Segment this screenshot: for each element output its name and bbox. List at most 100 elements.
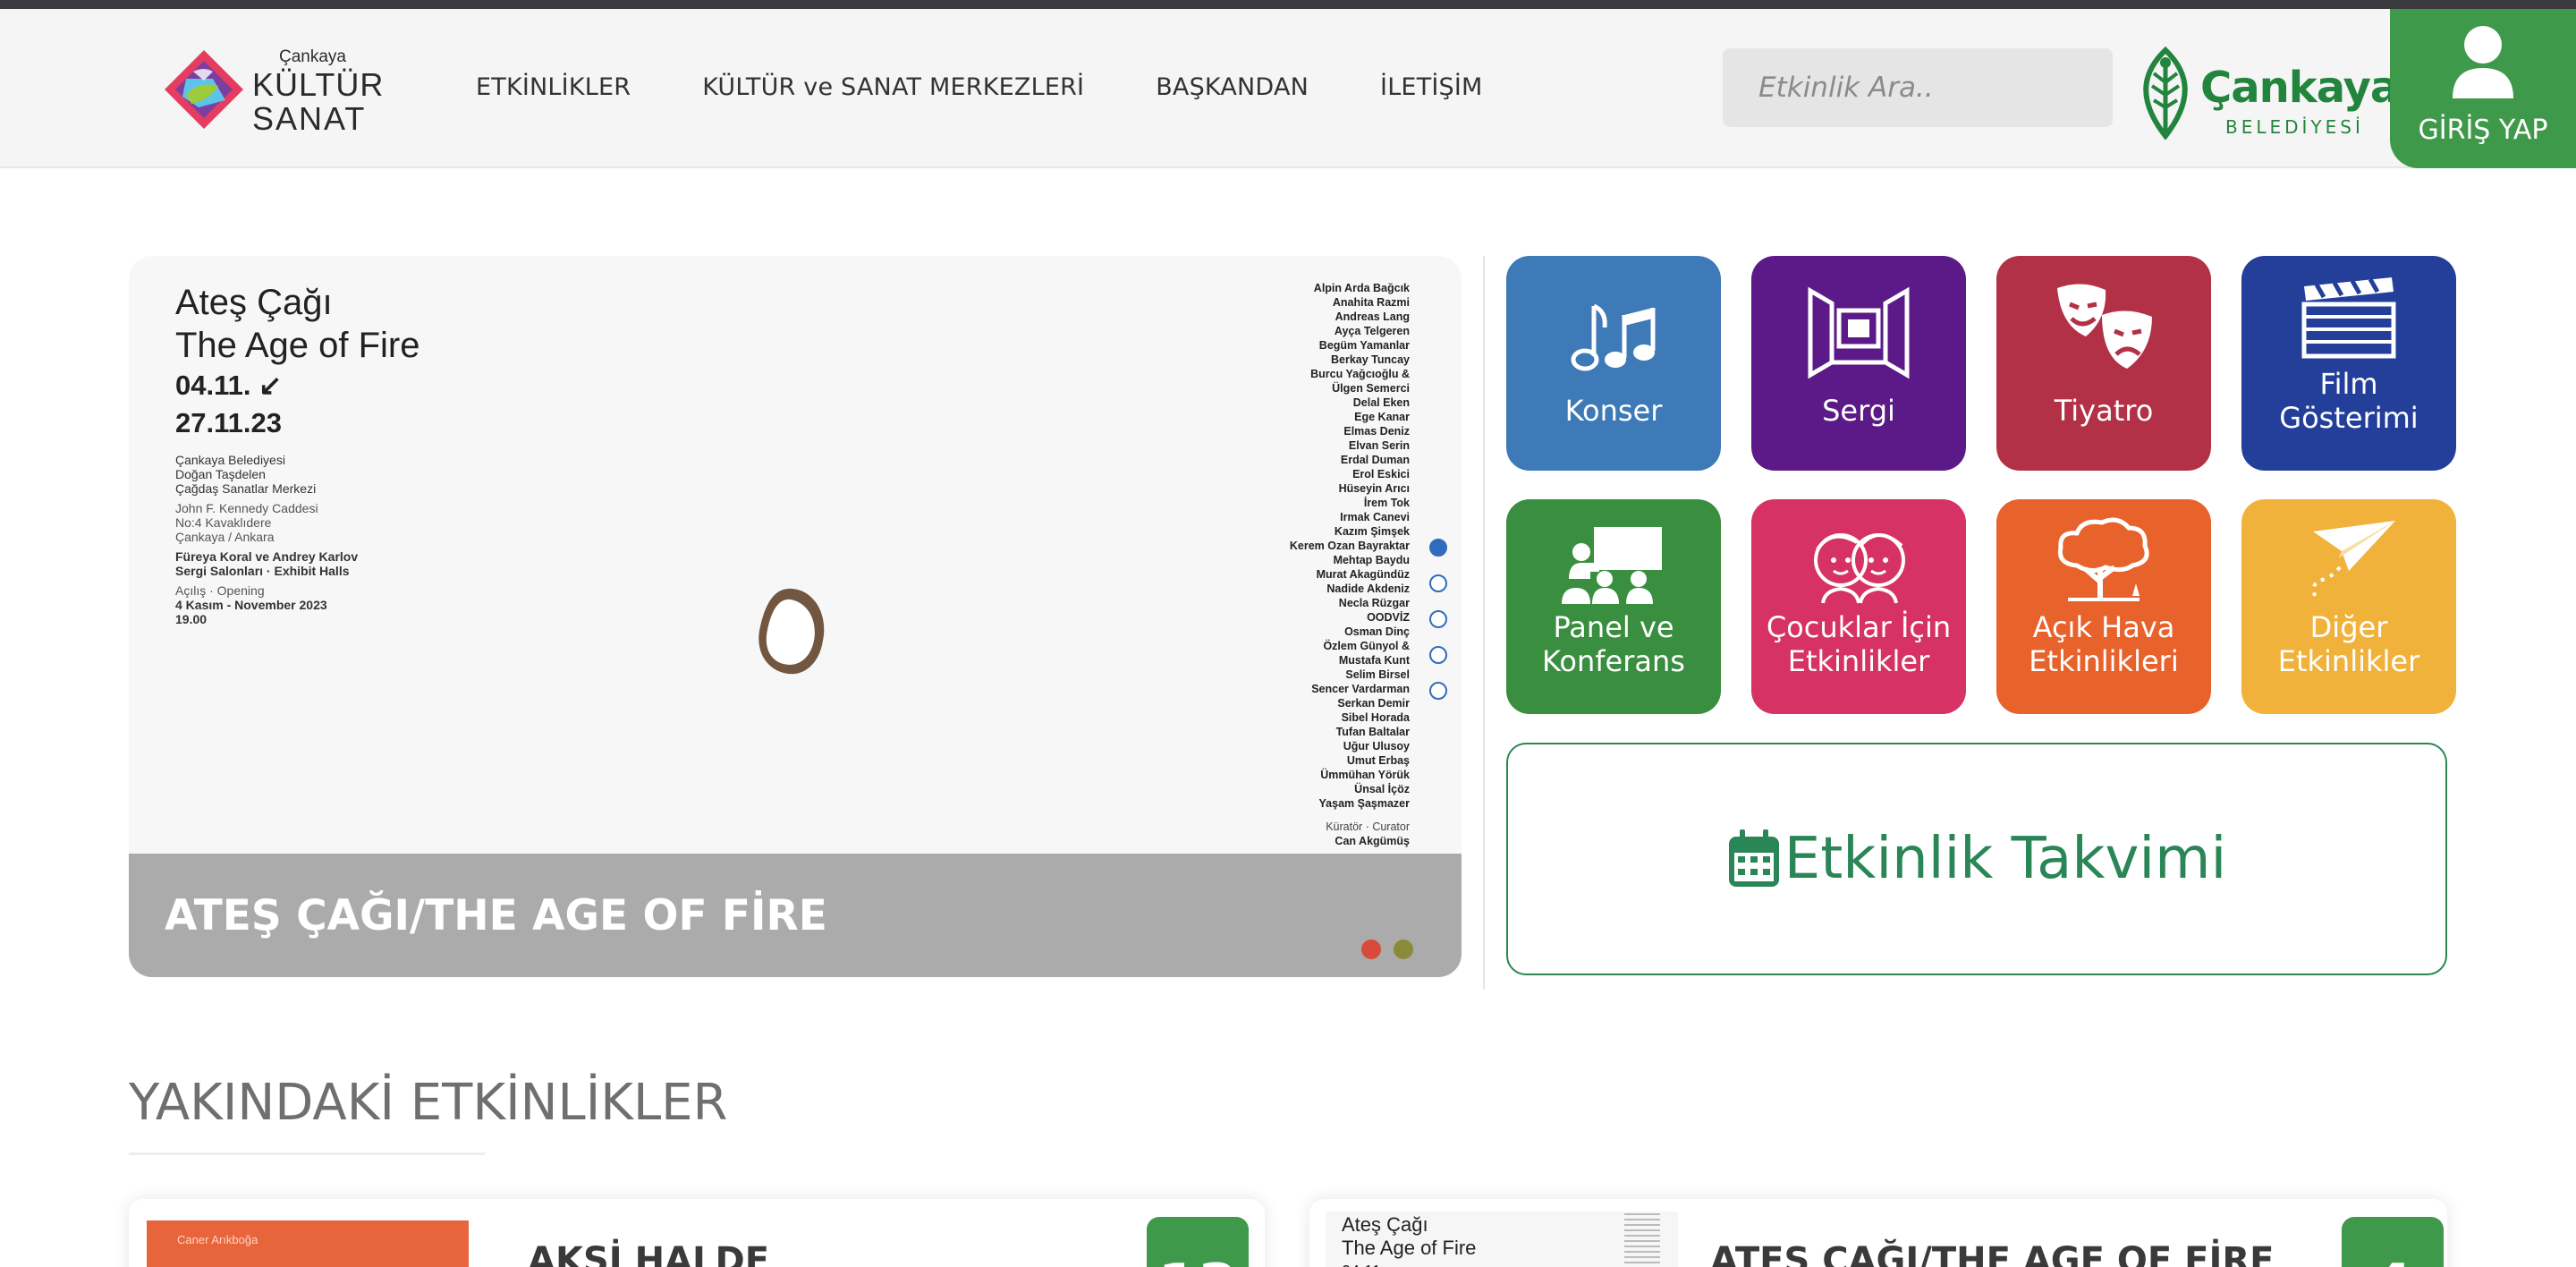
poster-artist-name: Hüseyin Arıcı <box>1338 482 1410 495</box>
poster-artist-name: Anahita Razmi <box>1332 296 1410 309</box>
cankaya-belediyesi-logo[interactable]: Çankaya BELEDİYESİ <box>2134 43 2399 141</box>
sponsor-logo <box>1361 940 1381 959</box>
brand-name: Çankaya <box>2200 63 2399 113</box>
slider-dot[interactable] <box>1429 574 1447 592</box>
poster-artist-name: Ünsal İçöz <box>1354 783 1410 795</box>
logo-text: Çankaya KÜLTÜR SANAT <box>252 48 384 135</box>
poster-artist-name: Burcu Yağcıoğlu & <box>1310 368 1410 380</box>
poster-artist-name: Ülgen Semerci <box>1332 382 1410 395</box>
poster-artist-name: Özlem Günyol & <box>1323 640 1410 652</box>
poster-org-2: Doğan Taşdelen <box>175 467 266 481</box>
category-label-line-2: Gösterimi <box>2279 401 2419 435</box>
upcoming-events-title: YAKINDAKİ ETKİNLİKLER <box>129 1074 728 1132</box>
category-label-line-1: Açık Hava <box>2032 610 2175 644</box>
user-icon <box>2453 26 2513 98</box>
poster-artist-name: Delal Eken <box>1352 396 1410 409</box>
category-konser[interactable]: Konser <box>1506 256 1721 471</box>
login-button[interactable]: GİRİŞ YAP <box>2390 9 2576 168</box>
poster-artist-name: Kerem Ozan Bayraktar <box>1289 540 1410 552</box>
category-panel-konferans[interactable]: Panel ve Konferans <box>1506 499 1721 714</box>
event-card[interactable]: Ateş Çağı The Age of Fire 04.11. ↙ ATEŞ … <box>1309 1199 2447 1267</box>
poster-title-line-2: The Age of Fire <box>175 326 420 365</box>
poster-artist-name: Umut Erbaş <box>1346 754 1410 767</box>
poster-dates: 04.11. ↙ 27.11.23 <box>175 367 282 442</box>
poster-artist-name: Necla Rüzgar <box>1338 597 1410 609</box>
sponsor-logos <box>1361 940 1413 959</box>
slider-dot[interactable] <box>1429 539 1447 557</box>
poster-artist-name: Osman Dinç <box>1344 625 1410 638</box>
logo-line-3: SANAT <box>252 100 367 137</box>
category-label: Film Gösterimi <box>2241 367 2456 435</box>
slider-dot[interactable] <box>1429 682 1447 700</box>
category-film-gosterimi[interactable]: Film Gösterimi <box>2241 256 2456 471</box>
nav-item-kultur-merkezleri[interactable]: KÜLTÜR ve SANAT MERKEZLERİ <box>702 73 1084 101</box>
poster-artist-name: Mehtap Baydu <box>1333 554 1410 566</box>
thumbnail-text-2: The Age of Fire <box>1342 1237 1477 1259</box>
slider-dot[interactable] <box>1429 646 1447 664</box>
logo-line-1: Çankaya <box>279 47 346 66</box>
site-header: Çankaya KÜLTÜR SANAT ETKİNLİKLER KÜLTÜR … <box>0 9 2576 168</box>
poster-artist-name: Uğur Ulusoy <box>1343 740 1410 753</box>
featured-slider[interactable]: Ateş Çağı The Age of Fire 04.11. ↙ 27.11… <box>129 256 1462 977</box>
event-day-badge: 13 <box>1147 1217 1249 1267</box>
event-day-badge: 4 <box>2342 1217 2444 1267</box>
poster-artist-name: Erdal Duman <box>1340 454 1410 466</box>
poster-artist-name: Kazım Şimşek <box>1334 525 1410 538</box>
burn-hole-image <box>758 588 825 675</box>
kultur-sanat-logo-mark <box>165 50 243 129</box>
poster-artist-name: Elmas Deniz <box>1343 425 1410 438</box>
poster-artist-name: Andreas Lang <box>1335 310 1410 323</box>
category-label-line-1: Film <box>2319 367 2378 401</box>
main-nav: ETKİNLİKLER KÜLTÜR ve SANAT MERKEZLERİ B… <box>476 73 1483 101</box>
poster-artist-name: Berkay Tuncay <box>1330 353 1410 366</box>
nav-item-baskandan[interactable]: BAŞKANDAN <box>1156 73 1309 101</box>
poster-artist-name: İrem Tok <box>1363 497 1410 509</box>
theater-masks-icon <box>2057 284 2152 369</box>
event-calendar-button[interactable]: Etkinlik Takvimi <box>1506 743 2447 975</box>
kultur-sanat-logo[interactable]: Çankaya KÜLTÜR SANAT <box>159 39 383 140</box>
poster-artist-name: Ayça Telgeren <box>1334 325 1410 337</box>
category-diger[interactable]: Diğer Etkinlikler <box>2241 499 2456 714</box>
event-thumbnail: Caner Arıkboğa <box>147 1220 469 1267</box>
brand-subtitle: BELEDİYESİ <box>2225 116 2364 138</box>
slider-dot[interactable] <box>1429 610 1447 628</box>
category-label: Açık Hava Etkinlikleri <box>1996 610 2211 678</box>
category-sergi[interactable]: Sergi <box>1751 256 1966 471</box>
calendar-icon <box>1728 829 1779 887</box>
sponsor-logo <box>1394 940 1413 959</box>
poster-artist-name: Nadide Akdeniz <box>1326 582 1410 595</box>
category-label-line-2: Etkinlikleri <box>2029 644 2179 678</box>
poster-artist-name: Tufan Baltalar <box>1335 726 1410 738</box>
category-label: Panel ve Konferans <box>1506 610 1721 678</box>
poster-curator-label: Küratör · Curator <box>1326 821 1410 833</box>
poster-artist-name: Ümmühan Yörük <box>1320 769 1410 781</box>
title-underline <box>129 1152 485 1155</box>
slider-caption-bar: ATEŞ ÇAĞI/THE AGE OF FİRE <box>129 854 1462 977</box>
slider-caption: ATEŞ ÇAĞI/THE AGE OF FİRE <box>165 891 827 940</box>
nav-item-iletisim[interactable]: İLETİŞİM <box>1380 73 1483 101</box>
event-search-input[interactable] <box>1723 48 2113 127</box>
category-acik-hava[interactable]: Açık Hava Etkinlikleri <box>1996 499 2211 714</box>
logo-line-2: KÜLTÜR <box>252 66 385 103</box>
category-label-line-1: Diğer <box>2309 610 2388 644</box>
section-divider <box>1483 256 1485 990</box>
poster-opening-1: Açılış · Opening <box>175 583 265 598</box>
nav-item-etkinlikler[interactable]: ETKİNLİKLER <box>476 73 631 101</box>
poster-artist-list: Alpin Arda Bağcık Anahita Razmi Andreas La… <box>1290 281 1410 848</box>
poster-info: Çankaya Belediyesi Doğan Taşdelen Çağdaş… <box>175 453 358 632</box>
event-card[interactable]: Caner Arıkboğa AKSİ HALDE 13 <box>129 1199 1265 1267</box>
category-label: Tiyatro <box>2054 394 2154 428</box>
category-label: Çocuklar İçin Etkinlikler <box>1751 610 1966 678</box>
music-notes-icon <box>1571 303 1656 371</box>
category-tiyatro[interactable]: Tiyatro <box>1996 256 2211 471</box>
poster-address-2: No:4 Kavaklıdere <box>175 515 272 530</box>
category-cocuklar-icin[interactable]: Çocuklar İçin Etkinlikler <box>1751 499 1966 714</box>
leaf-logo-icon <box>2143 47 2188 140</box>
poster-artist-name: Ege Kanar <box>1354 411 1410 423</box>
poster-opening-3: 19.00 <box>175 612 208 626</box>
category-label-line-1: Çocuklar İçin <box>1766 610 1952 644</box>
poster-artist-name: Mustafa Kunt <box>1338 654 1410 667</box>
thumbnail-artist-list <box>1624 1213 1660 1267</box>
poster-opening-2: 4 Kasım - November 2023 <box>175 598 327 612</box>
children-icon <box>1814 533 1905 604</box>
